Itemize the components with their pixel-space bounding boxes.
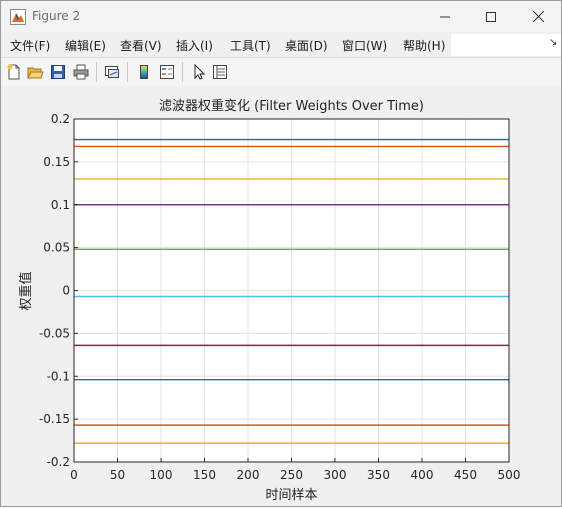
colorbar-icon[interactable] bbox=[135, 63, 153, 81]
figure-toolbar bbox=[1, 57, 561, 87]
open-icon[interactable] bbox=[26, 63, 44, 81]
maximize-icon bbox=[486, 11, 496, 22]
minimize-icon bbox=[440, 16, 450, 17]
toolbar-separator bbox=[127, 62, 128, 82]
save-icon[interactable] bbox=[49, 63, 67, 81]
toolbar-separator bbox=[182, 62, 183, 82]
dock-figure-icon[interactable]: ↘ bbox=[549, 37, 557, 48]
y-tick-label: -0.1 bbox=[47, 369, 70, 383]
weights-chart: 0 50 100 150 200 250 300 350 400 450 500 0.2 0.15 0.1… bbox=[18, 98, 521, 503]
pointer-icon[interactable] bbox=[190, 63, 208, 81]
print-icon[interactable] bbox=[72, 63, 90, 81]
y-axis-label: 权重值 bbox=[18, 271, 34, 310]
legend-icon[interactable] bbox=[158, 63, 176, 81]
new-figure-icon[interactable] bbox=[5, 63, 23, 81]
close-button[interactable] bbox=[515, 1, 561, 32]
menu-edit[interactable]: 编辑(E) bbox=[65, 37, 106, 54]
maximize-button[interactable] bbox=[468, 1, 514, 32]
menu-bar: 文件(F) 编辑(E) 查看(V) 插入(I) 工具(T) 桌面(D) 窗口(W… bbox=[1, 32, 561, 57]
figure-window: Figure 2 文件(F) 编辑(E) 查看(V) 插入(I) 工具(T) 桌… bbox=[0, 0, 562, 507]
x-tick-label: 450 bbox=[454, 468, 477, 482]
y-tick-label: -0.2 bbox=[47, 455, 70, 469]
x-axis-label: 时间样本 bbox=[265, 488, 317, 503]
y-tick-label: 0.1 bbox=[51, 198, 70, 212]
x-tick-label: 50 bbox=[110, 468, 125, 482]
minimize-button[interactable] bbox=[422, 1, 468, 32]
y-tick-label: 0 bbox=[62, 284, 70, 298]
y-tick-label: 0.05 bbox=[43, 241, 70, 255]
link-plot-icon[interactable] bbox=[103, 63, 121, 81]
y-tick-label: -0.05 bbox=[39, 326, 70, 340]
chart-title: 滤波器权重变化 (Filter Weights Over Time) bbox=[159, 98, 424, 114]
close-icon bbox=[532, 11, 544, 22]
figure-canvas: 0 50 100 150 200 250 300 350 400 450 500 0.2 0.15 0.1… bbox=[1, 86, 561, 506]
x-tick-label: 500 bbox=[498, 468, 521, 482]
x-tick-label: 300 bbox=[324, 468, 347, 482]
y-tick-label: 0.2 bbox=[51, 112, 70, 126]
menu-window[interactable]: 窗口(W) bbox=[342, 37, 387, 54]
menu-insert[interactable]: 插入(I) bbox=[176, 37, 213, 54]
menu-help[interactable]: 帮助(H) bbox=[403, 37, 445, 54]
y-tick-label: 0.15 bbox=[43, 155, 70, 169]
menu-file[interactable]: 文件(F) bbox=[10, 37, 50, 54]
x-tick-label: 100 bbox=[150, 468, 173, 482]
matlab-figure-icon bbox=[10, 9, 26, 25]
menu-view[interactable]: 查看(V) bbox=[120, 37, 162, 54]
menu-strip: 文件(F) 编辑(E) 查看(V) 插入(I) 工具(T) 桌面(D) 窗口(W… bbox=[1, 32, 451, 57]
x-tick-label: 400 bbox=[411, 468, 434, 482]
property-inspector-icon[interactable] bbox=[211, 63, 229, 81]
x-tick-label: 350 bbox=[367, 468, 390, 482]
y-tick-label: -0.15 bbox=[39, 412, 70, 426]
x-tick-label: 250 bbox=[280, 468, 303, 482]
x-tick-label: 200 bbox=[237, 468, 260, 482]
menu-tools[interactable]: 工具(T) bbox=[230, 37, 271, 54]
window-title: Figure 2 bbox=[32, 9, 81, 23]
x-tick-label: 150 bbox=[193, 468, 216, 482]
toolbar-separator bbox=[96, 62, 97, 82]
menu-blank-area bbox=[451, 34, 561, 56]
x-tick-label: 0 bbox=[70, 468, 78, 482]
title-bar: Figure 2 bbox=[1, 1, 561, 32]
menu-desktop[interactable]: 桌面(D) bbox=[285, 37, 328, 54]
